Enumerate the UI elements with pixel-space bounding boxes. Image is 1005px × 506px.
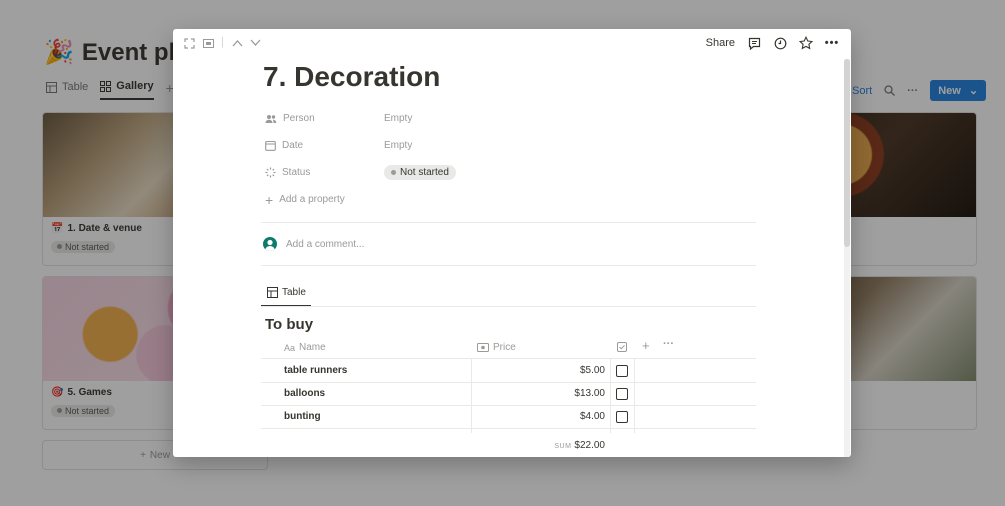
property-value[interactable]: Empty xyxy=(384,113,412,124)
column-header-name[interactable]: Aa Name xyxy=(284,342,326,353)
table-icon xyxy=(267,287,278,298)
text-property-icon: Aa xyxy=(284,342,296,353)
clock-icon[interactable] xyxy=(773,36,787,50)
add-property-button[interactable]: + Add a property xyxy=(265,191,345,208)
row-divider xyxy=(261,405,756,406)
status-badge[interactable]: Not started xyxy=(384,165,456,180)
more-icon[interactable]: ··· xyxy=(663,338,674,350)
db-tab-label: Table xyxy=(282,287,306,298)
property-person[interactable]: Person xyxy=(265,113,315,124)
divider: | xyxy=(221,36,224,48)
row-divider xyxy=(261,358,756,359)
sum-value: $22.00 xyxy=(574,440,605,451)
row-checkbox[interactable] xyxy=(616,411,628,423)
status-text: Not started xyxy=(400,167,449,178)
plus-icon: + xyxy=(265,191,274,208)
table-row-name[interactable]: balloons xyxy=(284,388,325,399)
column-divider xyxy=(610,358,611,433)
column-label: Name xyxy=(299,342,326,353)
price-sum[interactable]: SUM $22.00 xyxy=(471,440,605,451)
comment-input[interactable]: Add a comment... xyxy=(286,239,364,250)
table-row-price[interactable]: $5.00 xyxy=(471,365,605,376)
divider xyxy=(261,265,756,266)
column-header-price[interactable]: Price xyxy=(477,342,516,353)
divider xyxy=(261,222,756,223)
db-tab-table[interactable]: Table xyxy=(267,287,306,298)
comment-icon[interactable] xyxy=(747,36,761,50)
avatar xyxy=(263,237,277,251)
chevron-up-icon[interactable] xyxy=(232,39,243,47)
calendar-icon xyxy=(265,140,276,151)
property-value[interactable]: Empty xyxy=(384,140,412,151)
status-icon xyxy=(265,167,276,178)
row-divider xyxy=(261,428,756,429)
table-row-name[interactable]: table runners xyxy=(284,365,347,376)
row-divider xyxy=(261,382,756,383)
property-status[interactable]: Status xyxy=(265,167,310,178)
people-icon xyxy=(265,114,277,123)
table-row-name[interactable]: bunting xyxy=(284,411,321,422)
scrollbar-thumb[interactable] xyxy=(844,59,850,247)
status-dot xyxy=(391,170,396,175)
row-checkbox[interactable] xyxy=(616,365,628,377)
divider xyxy=(261,306,756,307)
page-title[interactable]: 7. Decoration xyxy=(263,61,440,93)
page-peek-modal: | Share ••• 7. Decoration Person Empty D… xyxy=(173,29,851,457)
star-icon[interactable] xyxy=(799,36,813,50)
property-label: Person xyxy=(283,113,315,124)
more-icon[interactable]: ••• xyxy=(825,36,839,50)
table-row-price[interactable]: $13.00 xyxy=(471,388,605,399)
modal-actions: Share ••• xyxy=(706,36,839,50)
number-property-icon xyxy=(477,343,489,352)
share-button[interactable]: Share xyxy=(706,37,735,49)
property-date[interactable]: Date xyxy=(265,140,303,151)
column-label: Price xyxy=(493,342,516,353)
checkbox-property-icon[interactable] xyxy=(617,342,627,352)
column-divider xyxy=(634,358,635,433)
expand-icon[interactable] xyxy=(184,38,195,49)
property-label: Status xyxy=(282,167,311,178)
table-row-price[interactable]: $4.00 xyxy=(471,411,605,422)
property-label: Date xyxy=(282,140,304,151)
sum-label: SUM xyxy=(554,443,572,450)
database-title[interactable]: To buy xyxy=(265,316,313,333)
modal-topbar: | Share ••• xyxy=(173,29,851,57)
add-column-icon[interactable]: + xyxy=(642,338,650,353)
side-peek-icon[interactable] xyxy=(203,38,214,49)
add-property-label: Add a property xyxy=(279,194,345,205)
row-checkbox[interactable] xyxy=(616,388,628,400)
chevron-down-icon[interactable] xyxy=(250,39,261,47)
